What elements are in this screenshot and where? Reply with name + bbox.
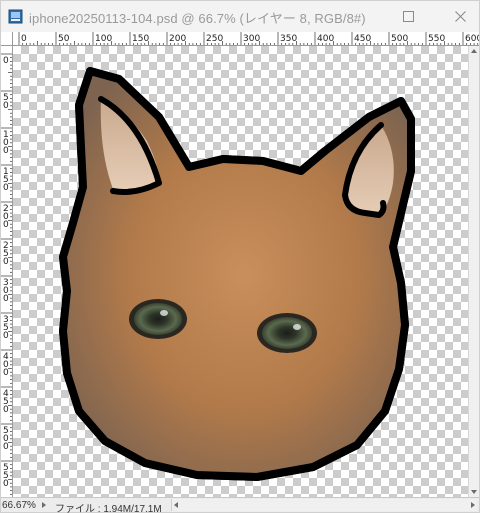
cat-right-eye <box>257 313 317 353</box>
document-window: iphone20250113-104.psd @ 66.7% (レイヤー 8, … <box>0 0 480 513</box>
scroll-up-icon[interactable] <box>471 49 477 53</box>
status-menu-button[interactable] <box>39 499 49 511</box>
vertical-ruler[interactable]: 050100150200250300350400450500550 <box>1 46 13 497</box>
ruler-h-label: 350 <box>280 34 297 44</box>
ruler-h-label: 500 <box>391 34 408 44</box>
close-button[interactable] <box>445 5 475 27</box>
title-bar[interactable]: iphone20250113-104.psd @ 66.7% (レイヤー 8, … <box>1 1 479 32</box>
status-bar: 66.67% ファイル : 1.94M/17.1M <box>1 497 479 513</box>
horizontal-ruler[interactable]: 0 50 100 150 200 250 300 350 400 450 500 550 600 <box>13 32 479 46</box>
maximize-icon <box>402 10 414 22</box>
window-title: iphone20250113-104.psd @ 66.7% (レイヤー 8, … <box>29 11 366 26</box>
ruler-v-label: 0 <box>3 183 9 193</box>
horizontal-scrollbar[interactable] <box>171 499 477 511</box>
ruler-v-label: 0 <box>3 331 9 341</box>
ruler-h-label: 50 <box>58 34 70 44</box>
scroll-down-icon[interactable] <box>471 490 477 494</box>
chevron-right-icon <box>42 502 46 508</box>
cat-left-eye <box>129 299 187 339</box>
ruler-h-label: 400 <box>317 34 334 44</box>
document-canvas[interactable] <box>13 46 468 497</box>
horizontal-ruler-scale: 0 50 100 150 200 250 300 350 400 450 500 550 600 <box>18 32 479 45</box>
ruler-origin[interactable] <box>1 32 13 46</box>
ruler-v-label: 0 <box>3 294 9 304</box>
file-size-info: ファイル : 1.94M/17.1M <box>55 504 162 513</box>
photoshop-document-icon <box>8 9 23 24</box>
ruler-h-label: 100 <box>95 34 112 44</box>
ruler-h-label: 200 <box>169 34 186 44</box>
vertical-scrollbar[interactable] <box>468 46 479 497</box>
ruler-v-label: 0 <box>3 405 9 415</box>
zoom-level[interactable]: 66.67% <box>2 500 36 511</box>
ruler-v-label: 0 <box>3 442 9 452</box>
ruler-v-label: 0 <box>3 220 9 230</box>
scroll-right-icon[interactable] <box>471 502 475 508</box>
ruler-h-label: 600 <box>465 34 479 44</box>
maximize-button[interactable] <box>393 5 423 27</box>
ruler-h-label: 450 <box>354 34 371 44</box>
ruler-h-label: 250 <box>206 34 223 44</box>
cat-head-image <box>59 67 415 481</box>
close-icon <box>454 10 466 22</box>
ruler-h-label: 150 <box>132 34 149 44</box>
ruler-h-label: 550 <box>428 34 445 44</box>
ruler-v-label: 0 <box>3 146 9 156</box>
ruler-v-label: 0 <box>3 101 9 111</box>
vertical-ruler-scale: 050100150200250300350400450500550 <box>1 53 12 495</box>
ruler-v-label: 0 <box>3 368 9 378</box>
scroll-left-icon[interactable] <box>174 502 178 508</box>
ruler-v-label: 0 <box>3 479 9 489</box>
ruler-h-label: 300 <box>243 34 260 44</box>
ruler-v-label: 0 <box>3 56 9 66</box>
ruler-v-label: 0 <box>3 257 9 267</box>
ruler-h-label: 0 <box>21 34 27 44</box>
